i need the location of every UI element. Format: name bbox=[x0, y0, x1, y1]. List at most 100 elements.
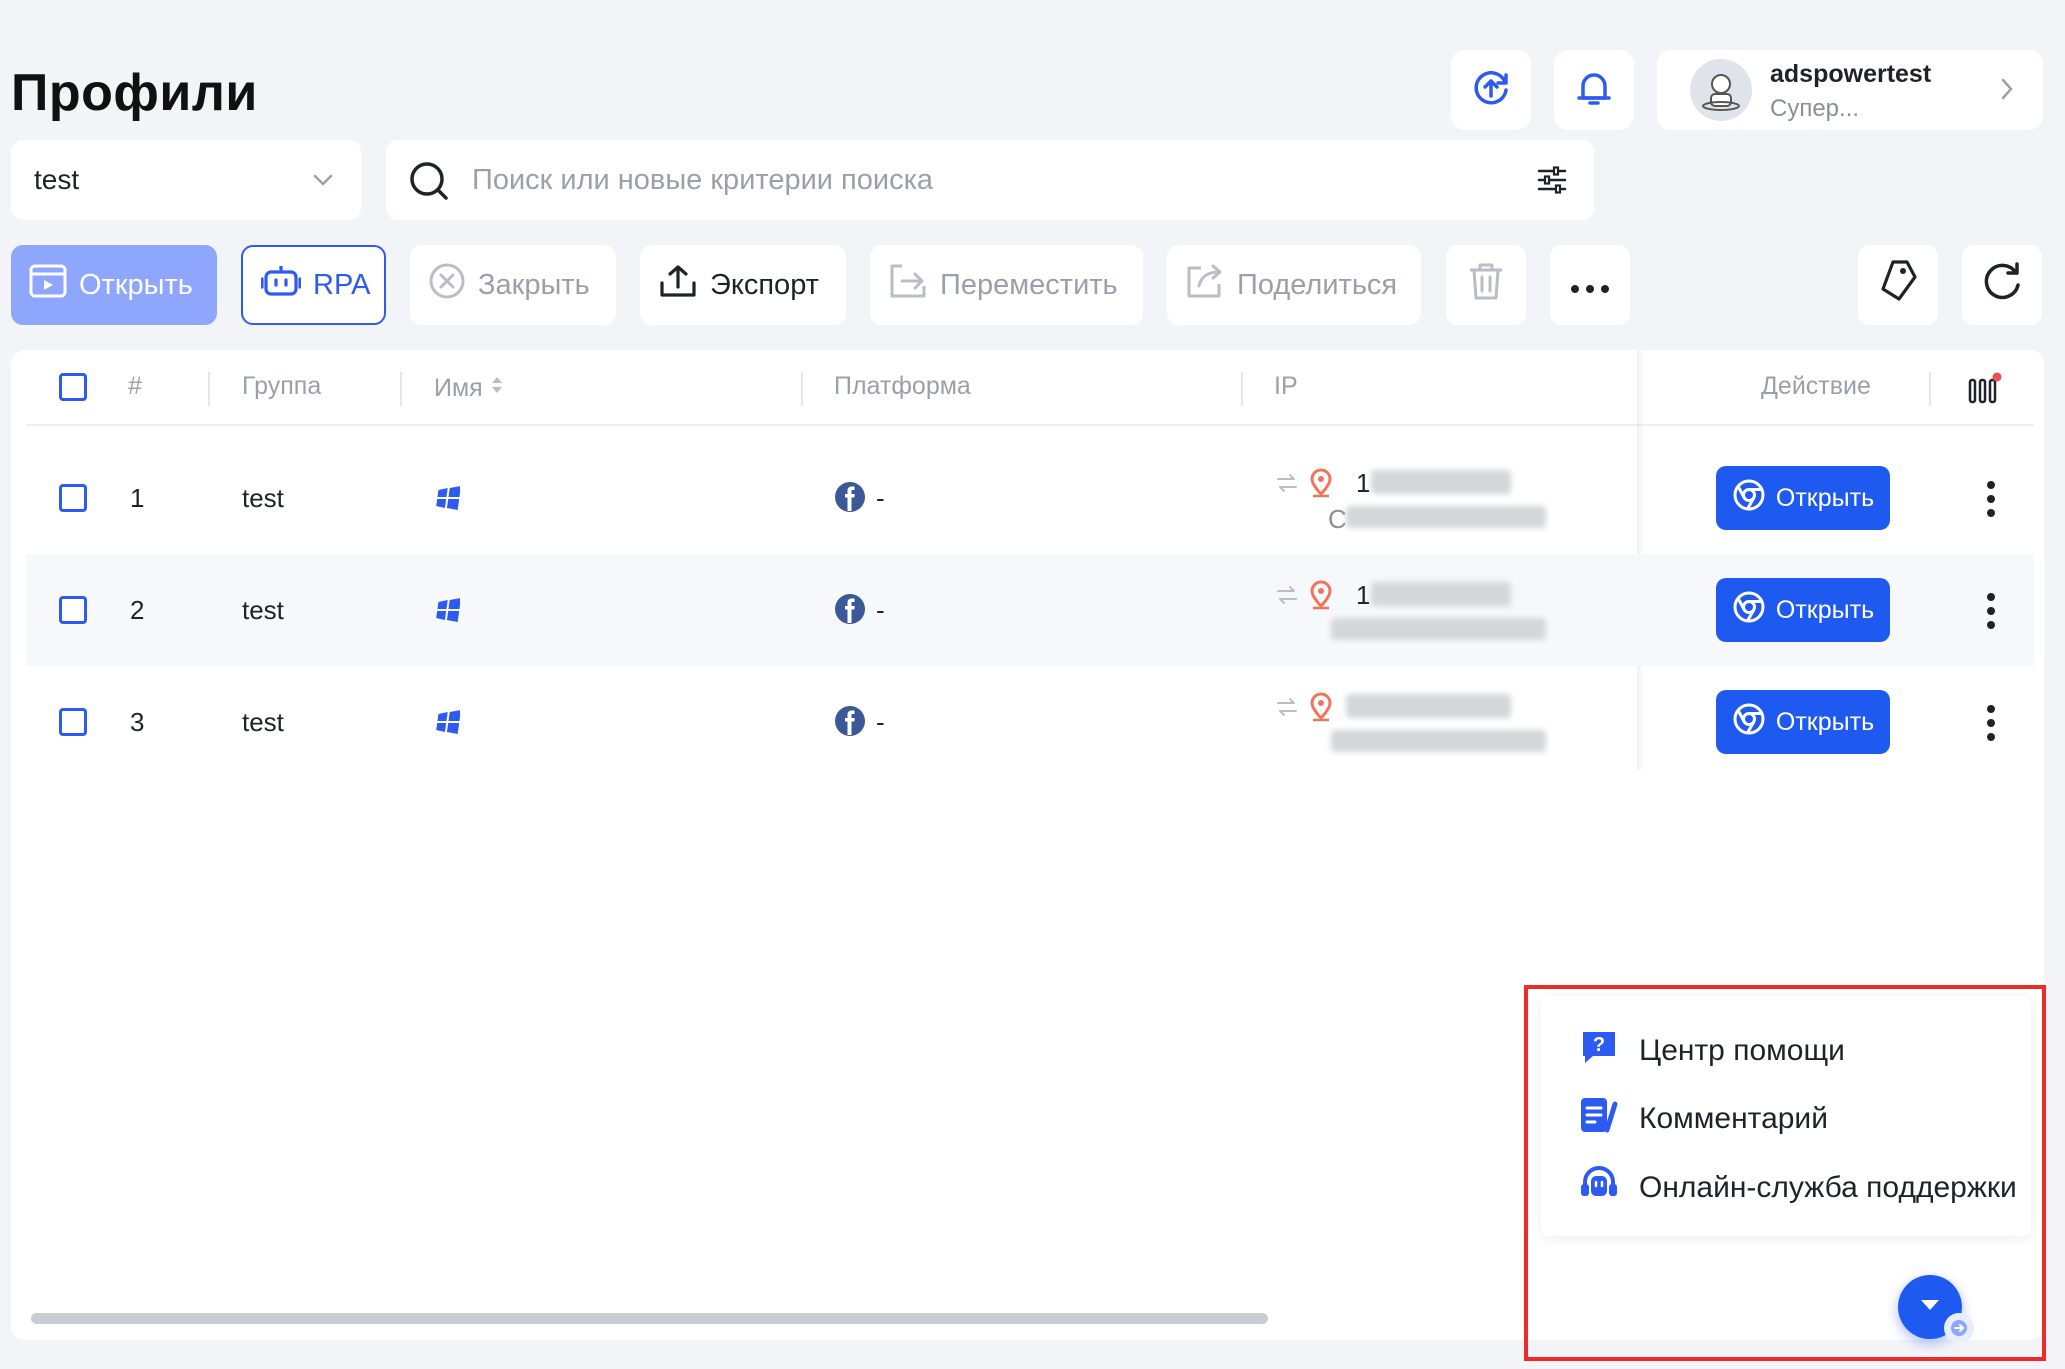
search-icon bbox=[406, 158, 452, 209]
group-select[interactable]: test bbox=[11, 140, 361, 220]
column-header-name-label: Имя bbox=[434, 374, 483, 402]
chevron-right-icon bbox=[1997, 74, 2017, 109]
open-selected-label: Открыть bbox=[79, 268, 193, 301]
user-name: adspowertest bbox=[1770, 60, 1932, 88]
column-settings-icon[interactable] bbox=[1967, 372, 2003, 411]
table-row[interactable]: 1 test - 1 C Открыть bbox=[26, 442, 2034, 554]
table-row[interactable]: 3 test - Открыть bbox=[26, 666, 2034, 778]
blurred-ip-location bbox=[1331, 618, 1546, 640]
column-divider bbox=[1929, 372, 1931, 406]
export-button[interactable]: Экспорт bbox=[640, 245, 846, 325]
more-horizontal-icon bbox=[1570, 269, 1610, 302]
blurred-ip-address bbox=[1371, 582, 1511, 606]
robot-icon bbox=[260, 263, 302, 307]
blurred-ip-address bbox=[1346, 694, 1511, 718]
browser-window-icon bbox=[29, 264, 67, 306]
location-pin-icon bbox=[1308, 692, 1334, 727]
chevron-down-icon bbox=[311, 170, 335, 195]
ip-address-lead: 1 bbox=[1356, 468, 1371, 498]
tag-icon bbox=[1877, 259, 1919, 311]
move-label: Переместить bbox=[940, 268, 1118, 301]
row-group: test bbox=[242, 595, 284, 625]
row-platform-value: - bbox=[876, 483, 885, 513]
column-divider bbox=[801, 372, 803, 406]
open-profile-button[interactable]: Открыть bbox=[1716, 578, 1890, 642]
open-profile-button[interactable]: Открыть bbox=[1716, 690, 1890, 754]
chrome-icon bbox=[1732, 702, 1766, 743]
sort-icon[interactable] bbox=[489, 372, 505, 405]
location-pin-icon bbox=[1308, 580, 1334, 615]
move-button[interactable]: Переместить bbox=[870, 245, 1143, 325]
sync-upload-icon bbox=[1469, 66, 1513, 115]
column-divider bbox=[1241, 372, 1243, 406]
column-header-platform: Платформа bbox=[834, 372, 971, 400]
row-number: 2 bbox=[130, 595, 145, 625]
close-button[interactable]: Закрыть bbox=[410, 245, 616, 325]
rpa-label: RPA bbox=[313, 268, 371, 301]
avatar bbox=[1690, 59, 1752, 121]
row-more-icon[interactable] bbox=[1986, 480, 1996, 523]
highlight-annotation bbox=[1524, 985, 2046, 1361]
sync-button[interactable] bbox=[1451, 50, 1531, 130]
row-platform-value: - bbox=[876, 595, 885, 625]
app-window: Профили adspowertest Супер... test Поиск… bbox=[0, 13, 2065, 1361]
swap-icon bbox=[1276, 696, 1298, 723]
chrome-icon bbox=[1732, 478, 1766, 519]
close-circle-icon bbox=[428, 262, 466, 308]
search-bar bbox=[386, 140, 1594, 220]
open-profile-label: Открыть bbox=[1775, 707, 1875, 736]
blurred-ip-location bbox=[1331, 730, 1546, 752]
open-profile-label: Открыть bbox=[1775, 595, 1875, 624]
column-divider bbox=[208, 372, 210, 406]
horizontal-scrollbar[interactable] bbox=[31, 1313, 1268, 1324]
row-more-icon[interactable] bbox=[1986, 592, 1996, 635]
row-number: 3 bbox=[130, 707, 145, 737]
upload-icon bbox=[658, 263, 698, 307]
row-more-icon[interactable] bbox=[1986, 704, 1996, 747]
search-input[interactable] bbox=[472, 158, 1472, 202]
notifications-button[interactable] bbox=[1554, 50, 1634, 130]
row-platform-value: - bbox=[876, 707, 885, 737]
column-header-ip: IP bbox=[1274, 372, 1298, 400]
swap-icon bbox=[1276, 472, 1298, 499]
row-checkbox[interactable] bbox=[59, 484, 87, 512]
table-header: # Группа Имя Платформа IP Действие bbox=[26, 350, 2034, 426]
ip-location-lead: C bbox=[1328, 504, 1347, 534]
more-actions-button[interactable] bbox=[1550, 245, 1630, 325]
column-divider bbox=[400, 372, 402, 406]
facebook-icon bbox=[834, 593, 866, 630]
user-role: Супер... bbox=[1770, 95, 1860, 122]
facebook-icon bbox=[834, 481, 866, 518]
filter-settings-icon[interactable] bbox=[1536, 164, 1568, 201]
select-all-checkbox[interactable] bbox=[59, 373, 87, 401]
column-header-name[interactable]: Имя bbox=[434, 372, 505, 405]
page-title: Профили bbox=[11, 64, 258, 122]
open-profile-label: Открыть bbox=[1775, 483, 1875, 512]
ip-address-lead: 1 bbox=[1356, 580, 1371, 610]
windows-icon bbox=[434, 598, 461, 627]
row-group: test bbox=[242, 707, 284, 737]
blurred-ip-location bbox=[1346, 506, 1546, 528]
row-checkbox[interactable] bbox=[59, 596, 87, 624]
close-label: Закрыть bbox=[478, 268, 590, 301]
delete-button[interactable] bbox=[1446, 245, 1526, 325]
share-label: Поделиться bbox=[1237, 268, 1398, 301]
open-profile-button[interactable]: Открыть bbox=[1716, 466, 1890, 530]
user-profile-card[interactable]: adspowertest Супер... bbox=[1657, 50, 2043, 130]
table-row[interactable]: 2 test - 1 Открыть bbox=[26, 554, 2034, 666]
column-header-num: # bbox=[128, 372, 142, 400]
rpa-button[interactable]: RPA bbox=[241, 245, 386, 325]
windows-icon bbox=[434, 710, 461, 739]
open-selected-button[interactable]: Открыть bbox=[11, 245, 217, 325]
bell-icon bbox=[1572, 66, 1616, 115]
share-icon bbox=[1185, 262, 1225, 308]
refresh-button[interactable] bbox=[1962, 245, 2042, 325]
group-select-value: test bbox=[34, 164, 80, 195]
row-group: test bbox=[242, 483, 284, 513]
column-header-action: Действие bbox=[1761, 372, 1871, 400]
facebook-icon bbox=[834, 705, 866, 742]
location-pin-icon bbox=[1308, 468, 1334, 503]
row-checkbox[interactable] bbox=[59, 708, 87, 736]
tags-button[interactable] bbox=[1858, 245, 1938, 325]
share-button[interactable]: Поделиться bbox=[1167, 245, 1421, 325]
